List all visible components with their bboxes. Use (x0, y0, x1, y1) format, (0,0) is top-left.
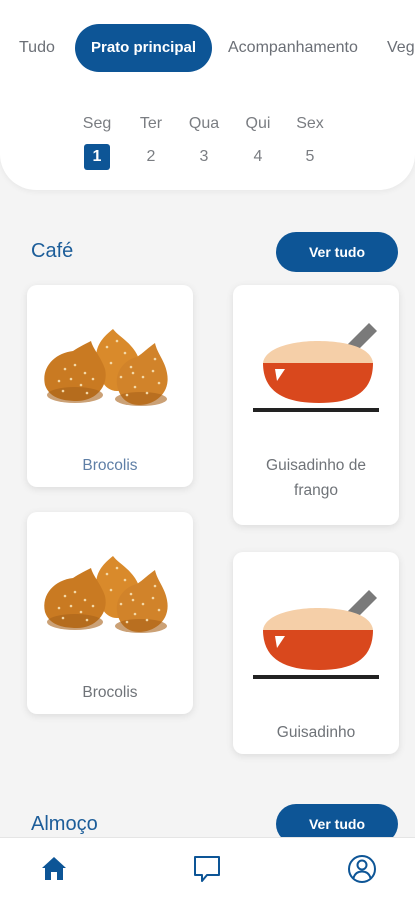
nav-messages[interactable] (190, 852, 224, 886)
nav-home[interactable] (37, 852, 71, 886)
chat-icon (194, 856, 220, 882)
day-sex[interactable]: Sex 5 (290, 112, 330, 170)
meal-name: Brocolis (82, 457, 138, 474)
day-name: Qua (188, 115, 220, 132)
meal-card[interactable]: Guisadinho (233, 552, 399, 754)
day-number: 1 (84, 144, 110, 170)
day-number: 4 (253, 148, 263, 165)
cooking-pot-icon (253, 590, 379, 679)
section-title-almoco: Almoço (31, 813, 98, 835)
tab-prato-principal[interactable]: Prato principal (75, 24, 213, 72)
day-number: 5 (305, 148, 315, 165)
meal-name: Brocolis (82, 684, 138, 701)
filter-header: Tudo Prato principal Acompanhamento Vege… (0, 0, 415, 190)
fried-snack-icon (44, 329, 168, 406)
profile-icon (348, 855, 376, 883)
fried-snack-icon (44, 556, 168, 633)
home-icon (42, 857, 66, 880)
tab-tudo[interactable]: Tudo (19, 24, 55, 72)
see-all-cafe-button[interactable]: Ver tudo (276, 232, 398, 272)
tab-acompanhamento[interactable]: Acompanhamento (228, 24, 358, 72)
day-seg[interactable]: Seg 1 (77, 112, 117, 170)
day-ter[interactable]: Ter 2 (131, 112, 171, 170)
bottom-navigation (0, 837, 415, 900)
day-name: Seg (82, 115, 112, 132)
day-qua[interactable]: Qua 3 (184, 112, 224, 170)
day-number: 3 (199, 148, 209, 165)
meal-card[interactable]: Brocolis (27, 285, 193, 487)
tab-vegetariano[interactable]: Vegetariano (387, 24, 415, 72)
day-name: Ter (139, 115, 163, 132)
day-name: Sex (296, 115, 324, 132)
meal-name: Guisadinho de frango (266, 457, 366, 499)
meal-name: Guisadinho (276, 724, 356, 741)
cooking-pot-icon (253, 323, 379, 412)
weekday-selector: Seg 1 Ter 2 Qua 3 Qui 4 Sex 5 (0, 112, 415, 172)
meal-card[interactable]: Guisadinho de frango (233, 285, 399, 525)
day-number: 2 (146, 148, 156, 165)
section-title-cafe: Café (31, 240, 74, 262)
day-name: Qui (245, 115, 271, 132)
category-tabs: Tudo Prato principal Acompanhamento Vege… (0, 24, 415, 72)
nav-profile[interactable] (345, 852, 379, 886)
day-qui[interactable]: Qui 4 (238, 112, 278, 170)
meal-card[interactable]: Brocolis (27, 512, 193, 714)
